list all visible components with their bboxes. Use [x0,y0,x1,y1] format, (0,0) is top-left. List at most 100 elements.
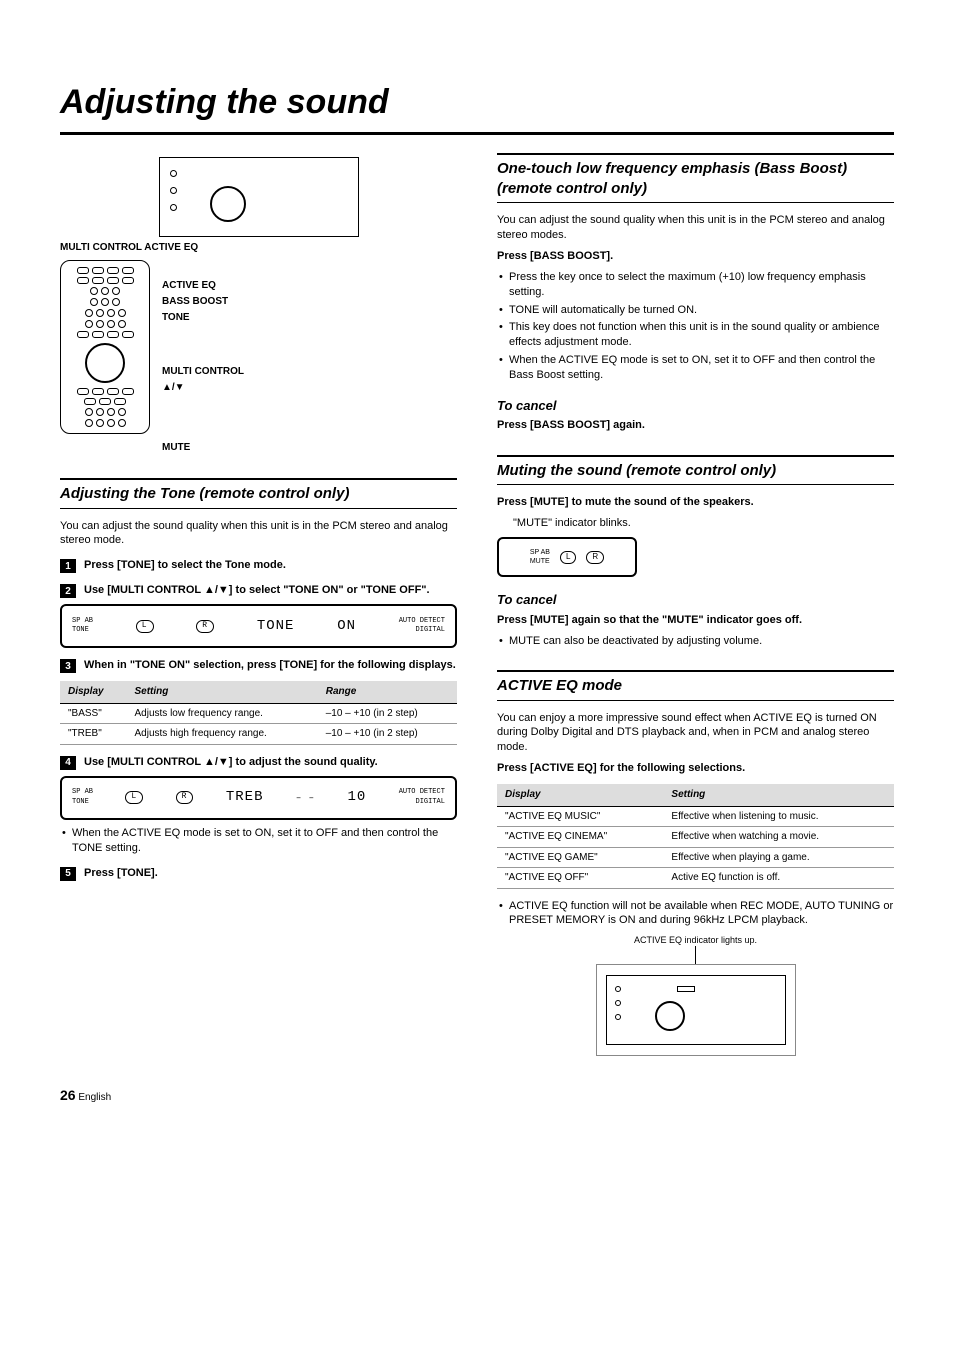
step-number: 1 [60,559,76,573]
table-row: "ACTIVE EQ CINEMA" Effective when watchi… [497,827,894,848]
tone-step-5: 5 Press [TONE]. [60,866,457,881]
lcd-l-indicator: L [136,620,154,633]
receiver-drawing [159,157,359,237]
cell: "BASS" [60,703,127,724]
mute-sub: "MUTE" indicator blinks. [513,516,894,531]
aeq-intro: You can enjoy a more impressive sound ef… [497,711,894,756]
cell: Active EQ function is off. [663,868,894,889]
aeq-table: Display Setting "ACTIVE EQ MUSIC" Effect… [497,784,894,889]
remote-diagram: ACTIVE EQ BASS BOOST TONE MULTI CONTROL … [60,260,457,456]
mute-cancel-heading: To cancel [497,591,894,609]
unit-diagram [60,157,457,237]
left-column: MULTI CONTROL ACTIVE EQ ACTIVE EQ BASS [60,153,457,1056]
table-row: "BASS" Adjusts low frequency range. –10 … [60,703,457,724]
step-number: 2 [60,584,76,598]
bass-bullets: Press the key once to select the maximum… [497,270,894,383]
tone-step-3: 3 When in "TONE ON" selection, press [TO… [60,658,457,673]
cell: Effective when watching a movie. [663,827,894,848]
cell: Adjusts low frequency range. [127,703,318,724]
bass-cancel-heading: To cancel [497,397,894,415]
bass-cancel-body: Press [BASS BOOST] again. [497,418,894,433]
table-row: "TREB" Adjusts high frequency range. –10… [60,724,457,745]
label-mute: MUTE [162,440,244,456]
lcd-tag: AUTO DETECT DIGITAL [399,788,445,807]
lcd-right: ON [337,617,356,636]
step-number: 4 [60,756,76,770]
cell: Effective when playing a game. [663,847,894,868]
remote-drawing [60,260,150,434]
label-multi-control: MULTI CONTROL [162,364,244,380]
lcd-left: SP AB TONE [72,788,93,807]
table-row: "ACTIVE EQ MUSIC" Effective when listeni… [497,806,894,827]
receiver-drawing-small [606,975,786,1045]
step-text: Press [TONE] to select the Tone mode. [84,558,457,573]
heading-adjust-tone: Adjusting the Tone (remote control only) [60,478,457,508]
step-text: Use [MULTI CONTROL ▲/▼] to adjust the so… [84,755,457,770]
lcd-l-indicator: L [560,551,576,564]
tone-table: Display Setting Range "BASS" Adjusts low… [60,681,457,745]
right-column: One-touch low frequency emphasis (Bass B… [497,153,894,1056]
cell: "ACTIVE EQ GAME" [497,847,663,868]
heading-bass-boost: One-touch low frequency emphasis (Bass B… [497,153,894,204]
page-lang: English [78,1092,111,1103]
cell: "ACTIVE EQ MUSIC" [497,806,663,827]
lcd-tag: AUTO DETECT DIGITAL [399,617,445,636]
aeq-unit-diagram [596,964,796,1056]
page-number: 26 [60,1087,76,1103]
lcd-r-indicator: R [196,620,214,633]
step-number: 3 [60,659,76,673]
lcd-main: TONE [257,617,295,636]
step-text: Use [MULTI CONTROL ▲/▼] to select "TONE … [84,583,457,598]
cell: "ACTIVE EQ OFF" [497,868,663,889]
lcd-mute-left: SP AB MUTE [530,548,550,567]
tone-step-4: 4 Use [MULTI CONTROL ▲/▼] to adjust the … [60,755,457,770]
lcd-treb: SP AB TONE L R TREB – – 10 AUTO DETECT D… [60,776,457,820]
step-number: 5 [60,867,76,881]
diagram-top-labels: MULTI CONTROL ACTIVE EQ [60,241,457,255]
cell: Effective when listening to music. [663,806,894,827]
lcd-main: TREB [226,788,264,807]
tone-step-1: 1 Press [TONE] to select the Tone mode. [60,558,457,573]
bass-press: Press [BASS BOOST]. [497,249,894,264]
th-setting: Setting [127,681,318,703]
step-text: Press [TONE]. [84,866,457,881]
mute-bullet: MUTE can also be deactivated by adjustin… [497,634,894,649]
th-display: Display [497,784,663,806]
mute-cancel-body: Press [MUTE] again so that the "MUTE" in… [497,613,894,628]
th-setting: Setting [663,784,894,806]
table-row: "ACTIVE EQ GAME" Effective when playing … [497,847,894,868]
aeq-press: Press [ACTIVE EQ] for the following sele… [497,761,894,776]
lcd-right: 10 [347,788,366,807]
lcd-r-indicator: R [176,791,194,804]
label-tone: TONE [162,310,244,326]
active-eq-led [677,986,695,992]
tone-intro: You can adjust the sound quality when th… [60,519,457,549]
cell: –10 – +10 (in 2 step) [318,703,457,724]
step-text: When in "TONE ON" selection, press [TONE… [84,658,457,673]
cell: "TREB" [60,724,127,745]
mute-press: Press [MUTE] to mute the sound of the sp… [497,495,894,510]
list-item: When the ACTIVE EQ mode is set to ON, se… [497,353,894,383]
label-arrows: ▲/▼ [162,380,244,396]
aeq-caption: ACTIVE EQ indicator lights up. [497,934,894,946]
aeq-bullet: ACTIVE EQ function will not be available… [497,899,894,929]
lcd-left: SP AB TONE [72,617,93,636]
cell: "ACTIVE EQ CINEMA" [497,827,663,848]
bass-intro: You can adjust the sound quality when th… [497,213,894,243]
heading-active-eq: ACTIVE EQ mode [497,670,894,700]
remote-label-column: ACTIVE EQ BASS BOOST TONE MULTI CONTROL … [162,260,244,456]
lcd-tone-on: SP AB TONE L R TONE ON AUTO DETECT DIGIT… [60,604,457,648]
heading-mute: Muting the sound (remote control only) [497,455,894,485]
page-footer: 26 English [60,1086,894,1105]
page-title: Adjusting the sound [60,80,894,135]
th-range: Range [318,681,457,703]
list-item: Press the key once to select the maximum… [497,270,894,300]
pointer-line [695,946,696,964]
lcd-l-indicator: L [125,791,143,804]
label-bass-boost: BASS BOOST [162,294,244,310]
lcd-mute: SP AB MUTE L R [497,537,637,577]
cell: –10 – +10 (in 2 step) [318,724,457,745]
label-active-eq: ACTIVE EQ [162,278,244,294]
cell: Adjusts high frequency range. [127,724,318,745]
th-display: Display [60,681,127,703]
